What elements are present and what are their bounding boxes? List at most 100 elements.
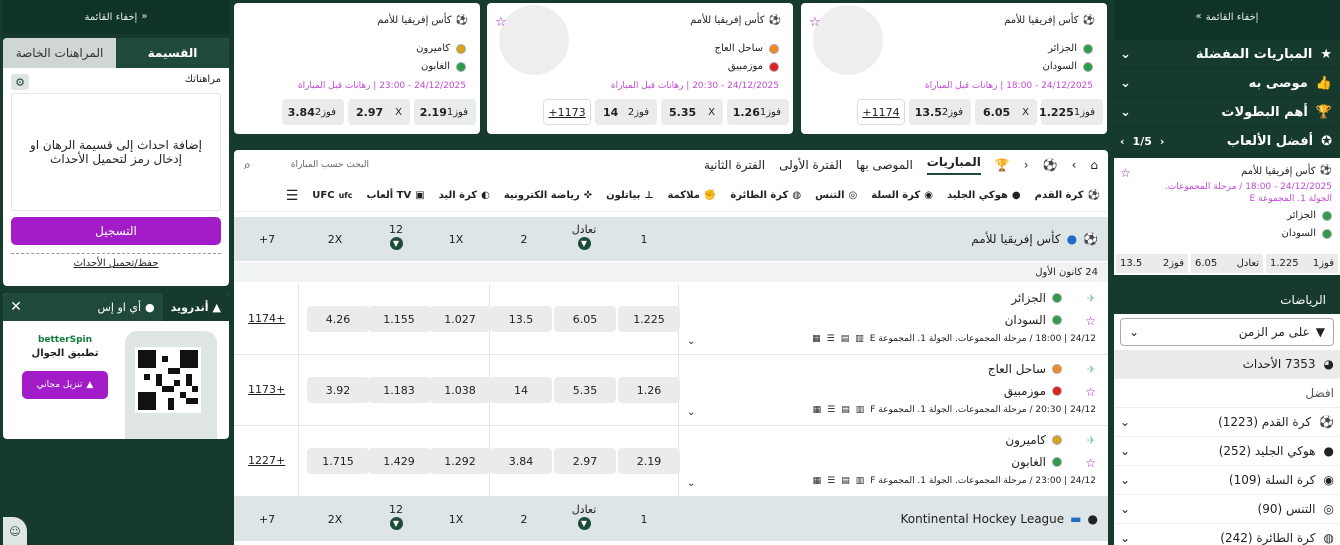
more-markets-link[interactable]: 1227+ bbox=[248, 454, 285, 467]
save-load-link[interactable]: حفظ/تحميل الأحداث bbox=[11, 253, 221, 269]
register-button[interactable]: التسجيل bbox=[11, 217, 221, 245]
odd-button[interactable]: فوز1 1.26 bbox=[727, 99, 789, 125]
field-icon[interactable]: ▦ bbox=[813, 476, 822, 486]
sport-tv-games[interactable]: ▣ TV ألعاب bbox=[367, 190, 425, 201]
sport-volleyball[interactable]: ◍ كرة الطائرة bbox=[730, 190, 801, 201]
odd-button[interactable]: تعادل 6.05 bbox=[1191, 254, 1263, 273]
pin-icon[interactable]: ✈ bbox=[1087, 434, 1096, 447]
match-card-2[interactable]: ⚽ كأس إفريقيا للأمم ☆ ساحل العاج موزمبيق … bbox=[487, 3, 793, 134]
chevron-down-icon[interactable]: ⌄ bbox=[687, 478, 695, 489]
col-12[interactable]: 12 ▼ bbox=[376, 503, 416, 530]
odd-button[interactable]: فوز1 2.19 bbox=[414, 99, 476, 125]
odd-button[interactable]: فوز2 13.5 bbox=[909, 99, 971, 125]
match-card-1[interactable]: ⚽ كأس إفريقيا للأمم ☆ الجزائر السودان 24/… bbox=[801, 3, 1107, 134]
odd-button[interactable]: فوز1 1.225 bbox=[1039, 99, 1103, 125]
odd-button[interactable]: X 5.35 bbox=[661, 99, 723, 125]
league-header[interactable]: ⚽ ● كأس إفريقيا للأمم 1 تعادل ▼ 2 1X 12 ▼ 2X… bbox=[234, 217, 1108, 261]
odd-button[interactable]: 1.155 bbox=[368, 306, 430, 332]
sidebar-item-football[interactable]: ⚽ كرة القدم (1223) ⌄ bbox=[1114, 408, 1340, 437]
odd-button[interactable]: 5.35 bbox=[554, 377, 616, 403]
time-filter-select[interactable]: ▼ على مر الزمن ⌄ bbox=[1120, 318, 1334, 346]
odd-button[interactable]: 1.429 bbox=[368, 448, 430, 474]
hide-menu-right[interactable]: «إخفاء القائمة bbox=[1114, 0, 1340, 34]
more-markets-link[interactable]: 1174+ bbox=[248, 312, 285, 325]
tab-ios[interactable]: ● أي او إس bbox=[89, 293, 162, 321]
chevron-left-icon[interactable]: › bbox=[1120, 136, 1125, 147]
sidebar-item-basketball[interactable]: ◉ كرة السلة (109) ⌄ bbox=[1114, 466, 1340, 495]
odd-button[interactable]: 1.038 bbox=[429, 377, 491, 403]
gear-icon[interactable]: ⚙ bbox=[11, 74, 29, 90]
tab-matches[interactable]: المباريات bbox=[926, 155, 981, 175]
odd-button[interactable]: 3.84 bbox=[490, 448, 552, 474]
top-tournaments-item[interactable]: 🏆 أهم البطولات ⌄ bbox=[1114, 98, 1340, 127]
sport-esports[interactable]: ✜ رياضة الكترونية bbox=[504, 190, 592, 201]
star-icon[interactable]: ☆ bbox=[1085, 314, 1096, 328]
pin-icon[interactable]: ✈ bbox=[1087, 292, 1096, 305]
menu-icon[interactable]: ☰ bbox=[286, 189, 299, 203]
recommended-item[interactable]: 👍 موصى به ⌄ bbox=[1114, 69, 1340, 98]
more-markets-link[interactable]: 1173+ bbox=[543, 99, 591, 125]
trophy-icon[interactable]: 🏆 bbox=[995, 159, 1010, 171]
download-button[interactable]: تنزيل مجاني ▲ bbox=[22, 371, 108, 399]
odd-button[interactable]: 1.027 bbox=[429, 306, 491, 332]
favorites-item[interactable]: ★ المباريات المفضلة ⌄ bbox=[1114, 40, 1340, 69]
chevron-right-icon[interactable]: › bbox=[1072, 159, 1077, 171]
field-icon[interactable]: ▦ bbox=[813, 405, 822, 415]
match-row-2[interactable]: ✈ ☆ ساحل العاج موزمبيق 24/12 | 20:30 / م… bbox=[234, 355, 1108, 426]
all-events-row[interactable]: ◕ 7353 الأحداث bbox=[1114, 350, 1340, 379]
user-icon[interactable]: ☺ bbox=[3, 517, 27, 545]
close-icon[interactable]: ✕ bbox=[3, 293, 29, 321]
sidebar-item-ice-hockey[interactable]: ● هوكي الجليد (252) ⌄ bbox=[1114, 437, 1340, 466]
odd-button[interactable]: 2.97 bbox=[554, 448, 616, 474]
star-icon[interactable]: ☆ bbox=[1085, 456, 1096, 470]
tab-first-half[interactable]: الفترة الأولى bbox=[779, 158, 842, 172]
more-markets-link[interactable]: 1173+ bbox=[248, 383, 285, 396]
chevron-left-icon[interactable]: ‹ bbox=[1024, 159, 1029, 171]
sport-football[interactable]: ⚽ كرة القدم bbox=[1035, 190, 1100, 201]
sidebar-item-volleyball[interactable]: ◍ كرة الطائرة (242) ⌄ bbox=[1114, 524, 1340, 545]
chevron-right-icon[interactable]: ‹ bbox=[1160, 136, 1165, 147]
match-row-1[interactable]: ✈ ☆ الجزائر السودان 24/12 | 18:00 / مرحل… bbox=[234, 284, 1108, 355]
match-card-3[interactable]: ⚽ كأس إفريقيا للأمم كاميرون الغابون 24/12… bbox=[234, 3, 480, 134]
stats-icon[interactable]: ▥ bbox=[856, 405, 865, 415]
odd-button[interactable]: X 6.05 bbox=[975, 99, 1037, 125]
odd-button[interactable]: فوز2 13.5 bbox=[1116, 254, 1188, 273]
sport-boxing[interactable]: ✊ ملاكمة bbox=[668, 190, 717, 201]
sidebar-item-tennis[interactable]: ◎ التنس (90) ⌄ bbox=[1114, 495, 1340, 524]
list-icon[interactable]: ☰ bbox=[827, 334, 835, 344]
chart-icon[interactable]: ▤ bbox=[841, 334, 850, 344]
chart-icon[interactable]: ▤ bbox=[841, 476, 850, 486]
odd-button[interactable]: فوز2 3.84 bbox=[282, 99, 344, 125]
chevron-down-icon[interactable]: ⌄ bbox=[687, 407, 695, 418]
odd-button[interactable]: X 2.97 bbox=[348, 99, 410, 125]
tab-second-half[interactable]: الفترة الثانية bbox=[704, 158, 765, 172]
list-icon[interactable]: ☰ bbox=[827, 405, 835, 415]
sport-ufc[interactable]: ufc UFC bbox=[312, 190, 352, 201]
odd-button[interactable]: فوز1 1.225 bbox=[1266, 254, 1338, 273]
col-draw[interactable]: تعادل ▼ bbox=[564, 223, 604, 250]
odd-button[interactable]: 3.92 bbox=[307, 377, 369, 403]
tab-special-bets[interactable]: المراهنات الخاصة bbox=[3, 38, 116, 68]
sport-handball[interactable]: ◐ كرة اليد bbox=[439, 190, 490, 201]
top-game-card[interactable]: ⚽ كأس إفريقيا للأمم ☆ 24/12/2025 - 18:00 … bbox=[1114, 158, 1340, 275]
star-icon[interactable]: ☆ bbox=[809, 15, 821, 30]
field-icon[interactable]: ▦ bbox=[812, 334, 821, 344]
col-12[interactable]: 12 ▼ bbox=[376, 223, 416, 250]
odd-button[interactable]: 1.292 bbox=[429, 448, 491, 474]
tab-recommended[interactable]: الموصى بها bbox=[856, 158, 913, 172]
odd-button[interactable]: 1.225 bbox=[618, 306, 680, 332]
stats-icon[interactable]: ▥ bbox=[856, 476, 865, 486]
match-row-3[interactable]: ✈ ☆ كاميرون الغابون 24/12 | 23:00 / مرحل… bbox=[234, 426, 1108, 497]
odd-button[interactable]: فوز2 14 bbox=[595, 99, 657, 125]
top-games-item[interactable]: ✪ أفضل الألعاب ‹ 1/5 › bbox=[1114, 127, 1340, 156]
search-input[interactable]: البحث حسب المباراة ⌕ bbox=[244, 159, 369, 171]
chart-icon[interactable]: ▤ bbox=[841, 405, 850, 415]
pin-icon[interactable]: ✈ bbox=[1087, 363, 1096, 376]
league-header-2[interactable]: ● ▬ Kontinental Hockey League 1 تعادل ▼ 2 1… bbox=[234, 497, 1108, 541]
odd-button[interactable]: 13.5 bbox=[490, 306, 552, 332]
hide-menu-left[interactable]: إخفاء القائمة» bbox=[3, 0, 229, 34]
list-icon[interactable]: ☰ bbox=[827, 476, 835, 486]
home-icon[interactable]: ⌂ bbox=[1090, 159, 1098, 171]
odd-button[interactable]: 1.183 bbox=[368, 377, 430, 403]
sport-tennis[interactable]: ◎ التنس bbox=[815, 190, 857, 201]
